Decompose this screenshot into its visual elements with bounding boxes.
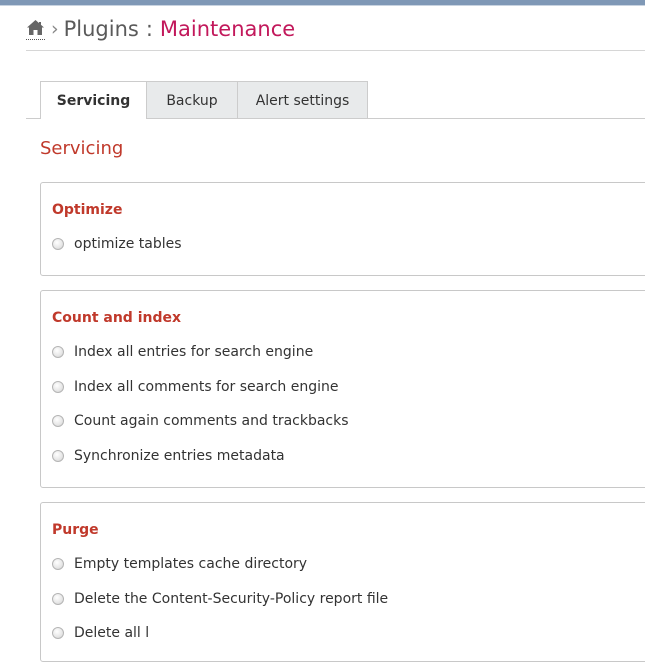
- fieldset-legend-optimize: Optimize: [52, 202, 123, 218]
- option-index-comments[interactable]: Index all comments for search engine: [52, 379, 338, 395]
- option-synchronize-metadata[interactable]: Synchronize entries metadata: [52, 448, 285, 464]
- radio-button[interactable]: [52, 450, 64, 462]
- breadcrumb-colon: :: [145, 17, 153, 41]
- radio-button[interactable]: [52, 381, 64, 393]
- header-divider: [26, 50, 645, 51]
- option-optimize-tables[interactable]: optimize tables: [52, 236, 182, 252]
- option-label: Empty templates cache directory: [74, 556, 308, 572]
- option-empty-templates-cache[interactable]: Empty templates cache directory: [52, 556, 307, 572]
- option-count-comments[interactable]: Count again comments and trackbacks: [52, 413, 349, 429]
- option-label: optimize tables: [74, 236, 182, 252]
- tab-backup[interactable]: Backup: [147, 81, 238, 119]
- option-label: Delete the Content-Security-Policy repor…: [74, 591, 389, 607]
- home-icon[interactable]: [26, 19, 45, 40]
- fieldset-count-and-index: Count and index Index all entries for se…: [40, 290, 645, 488]
- option-label: Index all entries for search engine: [74, 344, 314, 360]
- option-delete-csp-report[interactable]: Delete the Content-Security-Policy repor…: [52, 591, 388, 607]
- fieldset-legend-purge: Purge: [52, 522, 99, 538]
- section-title: Servicing: [40, 138, 124, 159]
- radio-button[interactable]: [52, 238, 64, 250]
- radio-button[interactable]: [52, 593, 64, 605]
- breadcrumb-separator: ›: [51, 18, 59, 40]
- option-index-entries[interactable]: Index all entries for search engine: [52, 344, 313, 360]
- option-label: Count again comments and trackbacks: [74, 413, 349, 429]
- top-bar: [0, 0, 645, 6]
- option-label: Synchronize entries metadata: [74, 448, 285, 464]
- tab-servicing[interactable]: Servicing: [40, 81, 147, 119]
- fieldset-purge: Purge Empty templates cache directory De…: [40, 502, 645, 662]
- tab-alert-settings[interactable]: Alert settings: [238, 81, 368, 119]
- radio-button[interactable]: [52, 558, 64, 570]
- fieldset-optimize: Optimize optimize tables: [40, 182, 645, 276]
- option-label: Delete all l: [74, 625, 150, 641]
- breadcrumb: › Plugins : Maintenance: [26, 16, 295, 42]
- radio-button[interactable]: [52, 346, 64, 358]
- option-label: Index all comments for search engine: [74, 379, 339, 395]
- option-delete-all[interactable]: Delete all l: [52, 625, 149, 641]
- fieldset-legend-count-and-index: Count and index: [52, 310, 182, 326]
- radio-button[interactable]: [52, 415, 64, 427]
- breadcrumb-plugins[interactable]: Plugins: [64, 17, 139, 41]
- tab-bar: Servicing Backup Alert settings: [40, 81, 368, 119]
- page-title: Maintenance: [159, 17, 296, 41]
